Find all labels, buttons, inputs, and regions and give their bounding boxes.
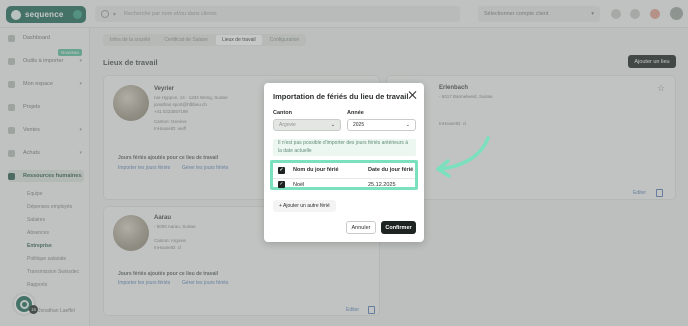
column-header-date: Date du jour férié — [368, 167, 414, 173]
modal-title: Importation de fériés du lieu de travail — [273, 92, 409, 101]
holidays-table: ✓ Nom du jour férié Date du jour férié ✓… — [270, 160, 418, 190]
year-label: Année — [347, 110, 364, 116]
chevron-down-icon: ⌄ — [330, 122, 335, 128]
cancel-button[interactable]: Annuler — [346, 221, 376, 234]
table-header-row: ✓ Nom du jour férié Date du jour férié — [273, 164, 415, 176]
holiday-name: Noël — [293, 181, 305, 188]
year-select[interactable]: 2025 ⌄ — [347, 119, 416, 131]
info-message: Il n'est pas possible d'importer des jou… — [273, 139, 416, 156]
highlight-arrow-icon — [436, 136, 490, 178]
chevron-down-icon: ⌄ — [405, 122, 410, 128]
import-holidays-modal: Importation de fériés du lieu de travail… — [264, 83, 424, 242]
holiday-date: 25.12.2025 — [368, 181, 396, 188]
close-icon[interactable] — [408, 91, 416, 99]
canton-label: Canton — [273, 110, 292, 116]
column-header-name: Nom du jour férié — [293, 167, 339, 173]
confirm-button[interactable]: Confirmer — [381, 221, 416, 234]
canton-select: Argovie ⌄ — [273, 119, 341, 131]
add-holiday-button[interactable]: + Ajouter un autre férié — [273, 200, 336, 212]
select-all-checkbox[interactable]: ✓ — [278, 166, 285, 174]
table-row: ✓ Noël 25.12.2025 — [273, 178, 415, 190]
row-checkbox[interactable]: ✓ — [278, 181, 285, 188]
